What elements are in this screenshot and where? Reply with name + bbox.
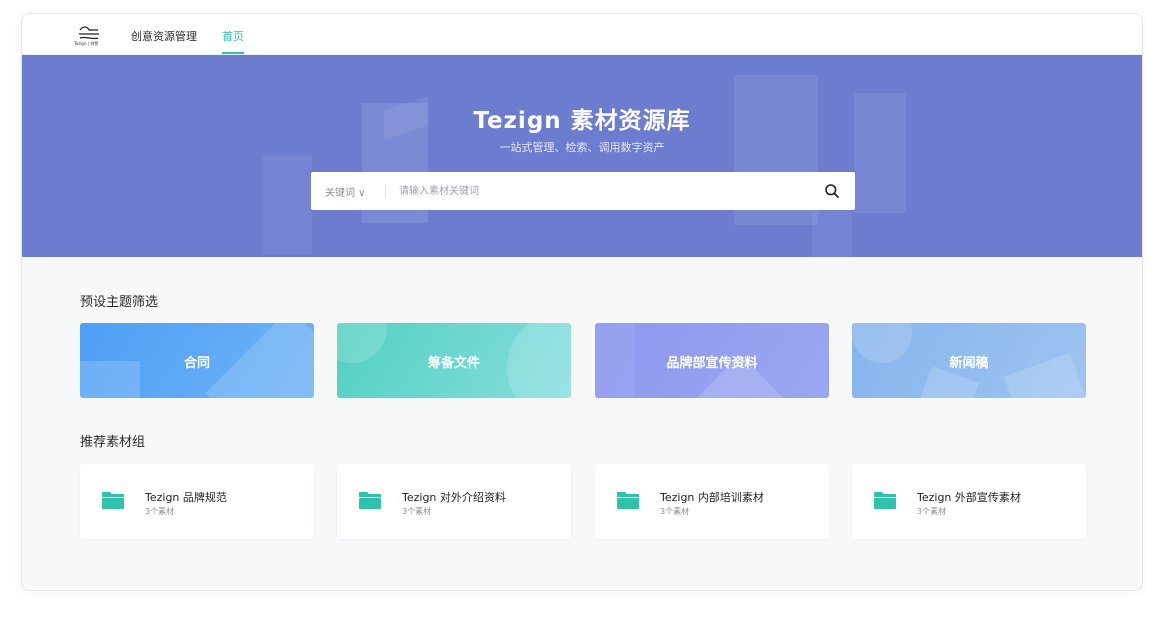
- theme-card-label: 合同: [183, 356, 210, 371]
- group-card-internal-training[interactable]: Tezign 内部培训素材 3个素材: [595, 464, 829, 539]
- theme-card-label: 新闻稿: [949, 356, 989, 371]
- group-name: Tezign 品牌规范: [145, 491, 227, 504]
- section-title-themes: 预设主题筛选: [80, 295, 159, 310]
- group-name: Tezign 外部宣传素材: [917, 491, 1021, 504]
- search-type-dropdown[interactable]: 关键词 ∨: [325, 184, 366, 199]
- folder-icon: [874, 492, 896, 509]
- group-name: Tezign 内部培训素材: [660, 491, 764, 504]
- folder-icon: [617, 492, 639, 509]
- theme-card-preparation-files[interactable]: 筹备文件: [337, 323, 571, 398]
- group-count: 3个素材: [145, 507, 175, 516]
- search-divider: [385, 184, 386, 198]
- folder-icon: [102, 492, 124, 509]
- folder-icon: [359, 492, 381, 509]
- group-name: Tezign 对外介绍资料: [402, 491, 506, 504]
- app-window: Tezign | 特赞 创意资源管理 首页 Tezign 素材资源库 一站式管理…: [21, 13, 1143, 591]
- search-input[interactable]: [399, 182, 799, 200]
- logo-text: Tezign | 特赞: [74, 41, 99, 46]
- group-count: 3个素材: [917, 507, 947, 516]
- page-subtitle: 一站式管理、检索、调用数字资产: [499, 141, 665, 154]
- nav-active-indicator: [222, 52, 244, 54]
- group-count: 3个素材: [660, 507, 690, 516]
- group-card-external-promo[interactable]: Tezign 外部宣传素材 3个素材: [852, 464, 1086, 539]
- hero-banner: Tezign 素材资源库 一站式管理、检索、调用数字资产 关键词 ∨: [22, 55, 1142, 257]
- nav-item-creative-resources[interactable]: 创意资源管理: [131, 28, 197, 44]
- theme-card-contract[interactable]: 合同: [80, 323, 314, 398]
- hero-decoration: [262, 155, 312, 255]
- theme-card-press-release[interactable]: 新闻稿: [852, 323, 1086, 398]
- nav-item-home[interactable]: 首页: [222, 28, 244, 44]
- theme-card-brand-materials[interactable]: 品牌部宣传资料: [595, 323, 829, 398]
- group-count: 3个素材: [402, 507, 432, 516]
- theme-card-label: 筹备文件: [427, 356, 480, 371]
- search-bar: 关键词 ∨: [311, 172, 855, 210]
- group-card-external-intro[interactable]: Tezign 对外介绍资料 3个素材: [337, 464, 571, 539]
- section-title-groups: 推荐素材组: [80, 435, 146, 450]
- page-title: Tezign 素材资源库: [473, 108, 691, 134]
- top-nav: Tezign | 特赞 创意资源管理 首页: [22, 14, 1142, 55]
- group-card-brand-guidelines[interactable]: Tezign 品牌规范 3个素材: [80, 464, 314, 539]
- search-icon[interactable]: [824, 183, 840, 199]
- theme-card-label: 品牌部宣传资料: [666, 356, 758, 371]
